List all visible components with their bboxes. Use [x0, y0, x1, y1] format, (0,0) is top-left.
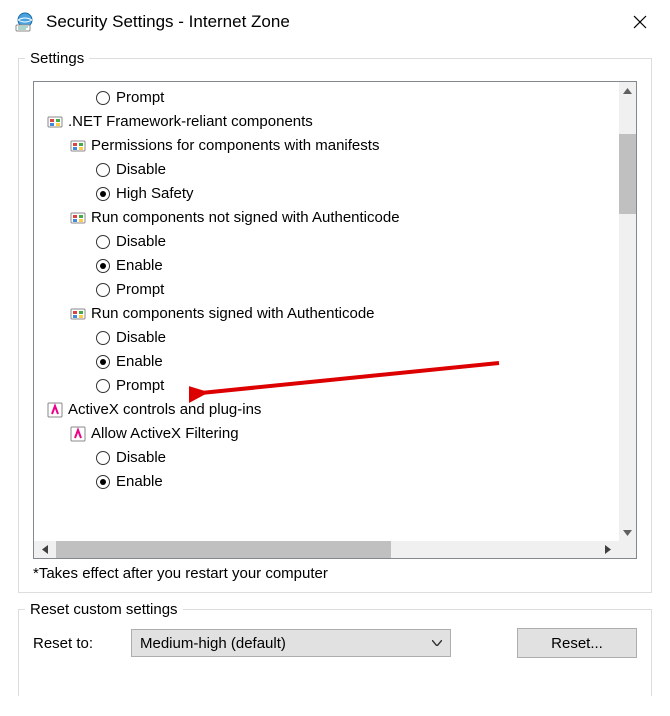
- tree-radio-option[interactable]: Enable: [34, 254, 619, 278]
- group-label: .NET Framework-reliant components: [68, 111, 313, 133]
- reset-row: Reset to: Medium-high (default) Reset...: [19, 618, 651, 670]
- tree-radio-option[interactable]: Prompt: [34, 278, 619, 302]
- reset-combo-value: Medium-high (default): [140, 635, 286, 652]
- tree-group: .NET Framework-reliant components: [34, 110, 619, 134]
- option-label: Enable: [116, 351, 163, 373]
- hscroll-track[interactable]: [56, 541, 597, 558]
- close-icon: [633, 15, 647, 29]
- radio-icon[interactable]: [96, 283, 110, 297]
- activex-icon: [46, 402, 64, 418]
- activex-sub-icon: [69, 426, 87, 442]
- tree-radio-option[interactable]: Disable: [34, 446, 619, 470]
- option-label: Disable: [116, 231, 166, 253]
- tree-group: Allow ActiveX Filtering: [34, 422, 619, 446]
- tree-radio-option[interactable]: Enable: [34, 350, 619, 374]
- tree-group: Permissions for components with manifest…: [34, 134, 619, 158]
- radio-icon[interactable]: [96, 163, 110, 177]
- tree-group: ActiveX controls and plug-ins: [34, 398, 619, 422]
- settings-fieldset: Settings Prompt.NET Framework-reliant co…: [18, 50, 652, 593]
- net-sub-icon: [69, 138, 87, 154]
- reset-fieldset: Reset custom settings Reset to: Medium-h…: [18, 601, 652, 696]
- close-button[interactable]: [620, 7, 660, 37]
- scroll-up-arrow[interactable]: [619, 82, 636, 99]
- radio-icon[interactable]: [96, 355, 110, 369]
- tree-radio-option[interactable]: High Safety: [34, 182, 619, 206]
- vscroll-thumb[interactable]: [619, 134, 636, 214]
- reset-to-label: Reset to:: [33, 635, 113, 652]
- net-icon: [46, 114, 64, 130]
- hscroll-thumb[interactable]: [56, 541, 391, 558]
- tree-radio-option[interactable]: Enable: [34, 470, 619, 494]
- net-sub-icon: [69, 306, 87, 322]
- tree-group: Run components not signed with Authentic…: [34, 206, 619, 230]
- option-label: High Safety: [116, 183, 194, 205]
- group-label: Permissions for components with manifest…: [91, 135, 379, 157]
- radio-icon[interactable]: [96, 475, 110, 489]
- tree-group: Run components signed with Authenticode: [34, 302, 619, 326]
- option-label: Prompt: [116, 279, 164, 301]
- reset-button[interactable]: Reset...: [517, 628, 637, 658]
- option-label: Disable: [116, 447, 166, 469]
- group-label: Run components not signed with Authentic…: [91, 207, 400, 229]
- reset-legend: Reset custom settings: [25, 601, 183, 618]
- tree-radio-option[interactable]: Prompt: [34, 86, 619, 110]
- option-label: Disable: [116, 159, 166, 181]
- tree-radio-option[interactable]: Disable: [34, 326, 619, 350]
- tree-radio-option[interactable]: Disable: [34, 230, 619, 254]
- vertical-scrollbar[interactable]: [619, 82, 636, 541]
- option-label: Enable: [116, 255, 163, 277]
- radio-icon[interactable]: [96, 331, 110, 345]
- option-label: Disable: [116, 327, 166, 349]
- radio-icon[interactable]: [96, 451, 110, 465]
- tree-body: Prompt.NET Framework-reliant componentsP…: [34, 82, 619, 541]
- horizontal-scrollbar[interactable]: [34, 541, 619, 558]
- tree-radio-option[interactable]: Disable: [34, 158, 619, 182]
- settings-tree: Prompt.NET Framework-reliant componentsP…: [33, 81, 637, 559]
- settings-legend: Settings: [25, 50, 89, 67]
- scroll-corner: [619, 541, 636, 558]
- group-label: Allow ActiveX Filtering: [91, 423, 239, 445]
- radio-icon[interactable]: [96, 235, 110, 249]
- scroll-down-arrow[interactable]: [619, 524, 636, 541]
- scroll-left-arrow[interactable]: [34, 541, 56, 558]
- window-title: Security Settings - Internet Zone: [46, 12, 620, 32]
- titlebar: Security Settings - Internet Zone: [0, 0, 670, 42]
- vscroll-track[interactable]: [619, 99, 636, 524]
- radio-icon[interactable]: [96, 187, 110, 201]
- chevron-down-icon: [432, 637, 442, 649]
- tree-radio-option[interactable]: Prompt: [34, 374, 619, 398]
- radio-icon[interactable]: [96, 259, 110, 273]
- settings-footnote: *Takes effect after you restart your com…: [33, 565, 637, 582]
- scroll-right-arrow[interactable]: [597, 541, 619, 558]
- group-label: ActiveX controls and plug-ins: [68, 399, 261, 421]
- radio-icon[interactable]: [96, 379, 110, 393]
- net-sub-icon: [69, 210, 87, 226]
- option-label: Enable: [116, 471, 163, 493]
- option-label: Prompt: [116, 375, 164, 397]
- app-icon: [14, 11, 36, 33]
- option-label: Prompt: [116, 87, 164, 109]
- group-label: Run components signed with Authenticode: [91, 303, 375, 325]
- reset-button-label: Reset...: [551, 635, 603, 652]
- radio-icon[interactable]: [96, 91, 110, 105]
- reset-level-combo[interactable]: Medium-high (default): [131, 629, 451, 657]
